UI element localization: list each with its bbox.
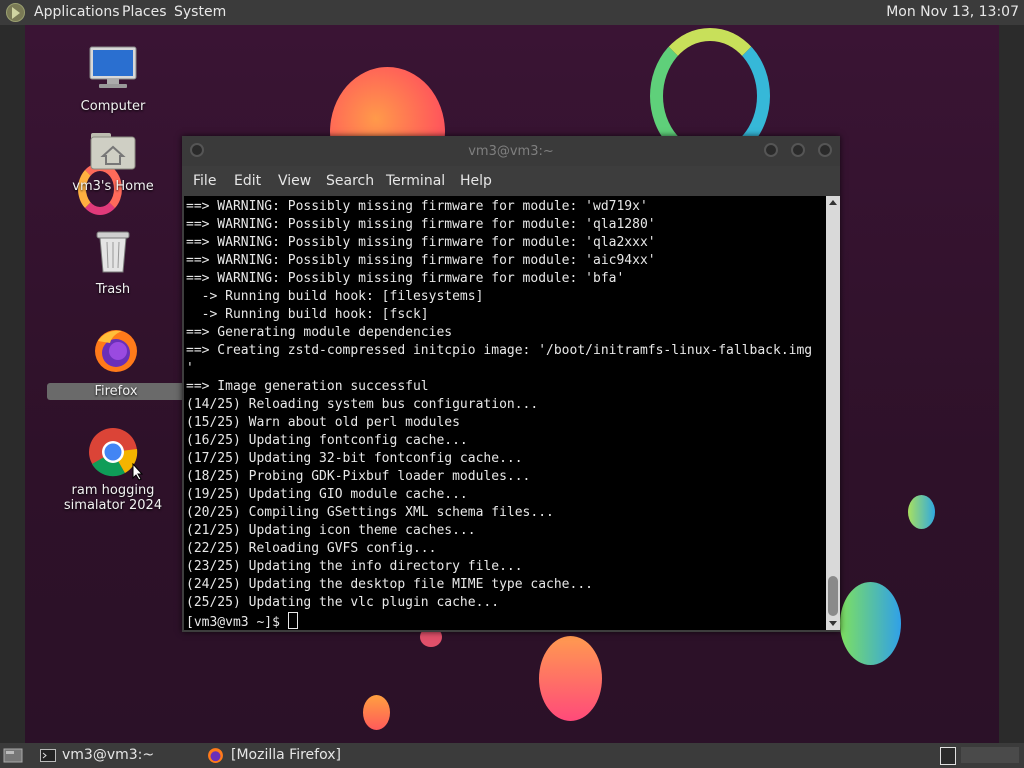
wallpaper-small-orange-blob [363,695,390,730]
firefox-icon [95,330,137,372]
terminal-line: (20/25) Compiling GSettings XML schema f… [186,505,554,520]
terminal-line: (24/25) Updating the desktop file MIME t… [186,577,593,592]
desktop-icon-label: Computer [80,99,146,114]
terminal-line: ' [186,361,194,376]
terminal-output[interactable]: ==> WARNING: Possibly missing firmware f… [184,196,826,630]
menu-applications[interactable]: Applications [34,4,120,20]
desktop-icon-home[interactable]: vm3's Home [43,129,183,194]
maximize-icon[interactable] [791,143,805,157]
workspace-switcher-area[interactable] [961,747,1019,763]
trash-icon [96,231,130,273]
desktop-icon-computer[interactable]: Computer [43,45,183,114]
menu-search[interactable]: Search [326,173,374,189]
terminal-line: (17/25) Updating 32-bit fontconfig cache… [186,451,523,466]
terminal-cursor [287,612,298,629]
terminal-line: (21/25) Updating icon theme caches... [186,523,476,538]
terminal-prompt: [vm3@vm3 ~]$ [186,615,288,630]
menu-view[interactable]: View [278,173,311,189]
terminal-line: -> Running build hook: [filesystems] [186,289,484,304]
terminal-line: ==> Generating module dependencies [186,325,453,340]
window-titlebar[interactable]: vm3@vm3:~ [182,136,840,166]
menu-help[interactable]: Help [460,173,492,189]
terminal-line: ==> WARNING: Possibly missing firmware f… [186,217,656,232]
window-menubar: File Edit View Search Terminal Help [182,166,840,196]
scroll-down-arrow-icon[interactable] [829,621,837,626]
terminal-line: ==> Creating zstd-compressed initcpio im… [186,343,813,358]
terminal-line: (22/25) Reloading GVFS config... [186,541,437,556]
terminal-line: ==> WARNING: Possibly missing firmware f… [186,253,656,268]
terminal-scrollbar[interactable] [826,196,840,630]
terminal-task-icon [40,749,56,762]
terminal-line: ==> WARNING: Possibly missing firmware f… [186,199,648,214]
taskbar-item-firefox[interactable]: [Mozilla Firefox] [231,747,341,763]
applications-logo-icon[interactable] [6,3,25,22]
scroll-up-arrow-icon[interactable] [829,200,837,205]
close-icon[interactable] [818,143,832,157]
menu-system[interactable]: System [174,4,226,20]
menu-terminal[interactable]: Terminal [386,173,445,189]
terminal-line: (23/25) Updating the info directory file… [186,559,523,574]
taskbar-item-terminal[interactable]: vm3@vm3:~ [62,747,154,763]
desktop-icon-label: Trash [95,282,131,297]
menu-file[interactable]: File [193,173,216,189]
wallpaper-green-blob [908,495,935,529]
terminal-line: (15/25) Warn about old perl modules [186,415,460,430]
terminal-line: (18/25) Probing GDK-Pixbuf loader module… [186,469,531,484]
desktop-icon-trash[interactable]: Trash [43,228,183,297]
mouse-pointer-icon [132,463,144,481]
menu-places[interactable]: Places [122,4,167,20]
scrollbar-thumb[interactable] [828,576,838,616]
computer-icon [89,46,137,88]
menu-edit[interactable]: Edit [234,173,261,189]
terminal-line: ==> WARNING: Possibly missing firmware f… [186,235,656,250]
terminal-line: (19/25) Updating GIO module cache... [186,487,468,502]
minimize-icon[interactable] [764,143,778,157]
top-panel: Applications Places System Mon Nov 13, 1… [0,0,1024,25]
terminal-line: (14/25) Reloading system bus configurati… [186,397,539,412]
terminal-line: (16/25) Updating fontconfig cache... [186,433,468,448]
desktop-icon-label: Firefox [47,383,185,400]
firefox-task-icon [208,748,223,763]
desktop-icon-firefox[interactable]: Firefox [46,327,186,400]
home-folder-icon [90,133,136,170]
chrome-icon [89,428,138,477]
terminal-line: (25/25) Updating the vlc plugin cache... [186,595,500,610]
desktop-icon-chrome[interactable]: ram hogging simalator 2024 [43,427,183,513]
terminal-line: -> Running build hook: [fsck] [186,307,429,322]
terminal-line: ==> Image generation successful [186,379,429,394]
terminal-window[interactable]: vm3@vm3:~ File Edit View Search Terminal… [182,136,840,632]
show-desktop-icon[interactable] [3,748,23,763]
workspace-switcher[interactable] [940,747,956,765]
desktop-icon-label: vm3's Home [72,179,154,194]
wallpaper-blue-blob [840,582,901,665]
terminal-line: ==> WARNING: Possibly missing firmware f… [186,271,625,286]
clock[interactable]: Mon Nov 13, 13:07 [886,4,1019,20]
terminal-prompt-line[interactable]: [vm3@vm3 ~]$ [186,612,812,630]
wallpaper-pink-blob [539,636,602,721]
bottom-panel: vm3@vm3:~ [Mozilla Firefox] [0,743,1024,768]
desktop-icon-label: ram hogging simalator 2024 [63,483,163,513]
window-title: vm3@vm3:~ [468,144,554,159]
